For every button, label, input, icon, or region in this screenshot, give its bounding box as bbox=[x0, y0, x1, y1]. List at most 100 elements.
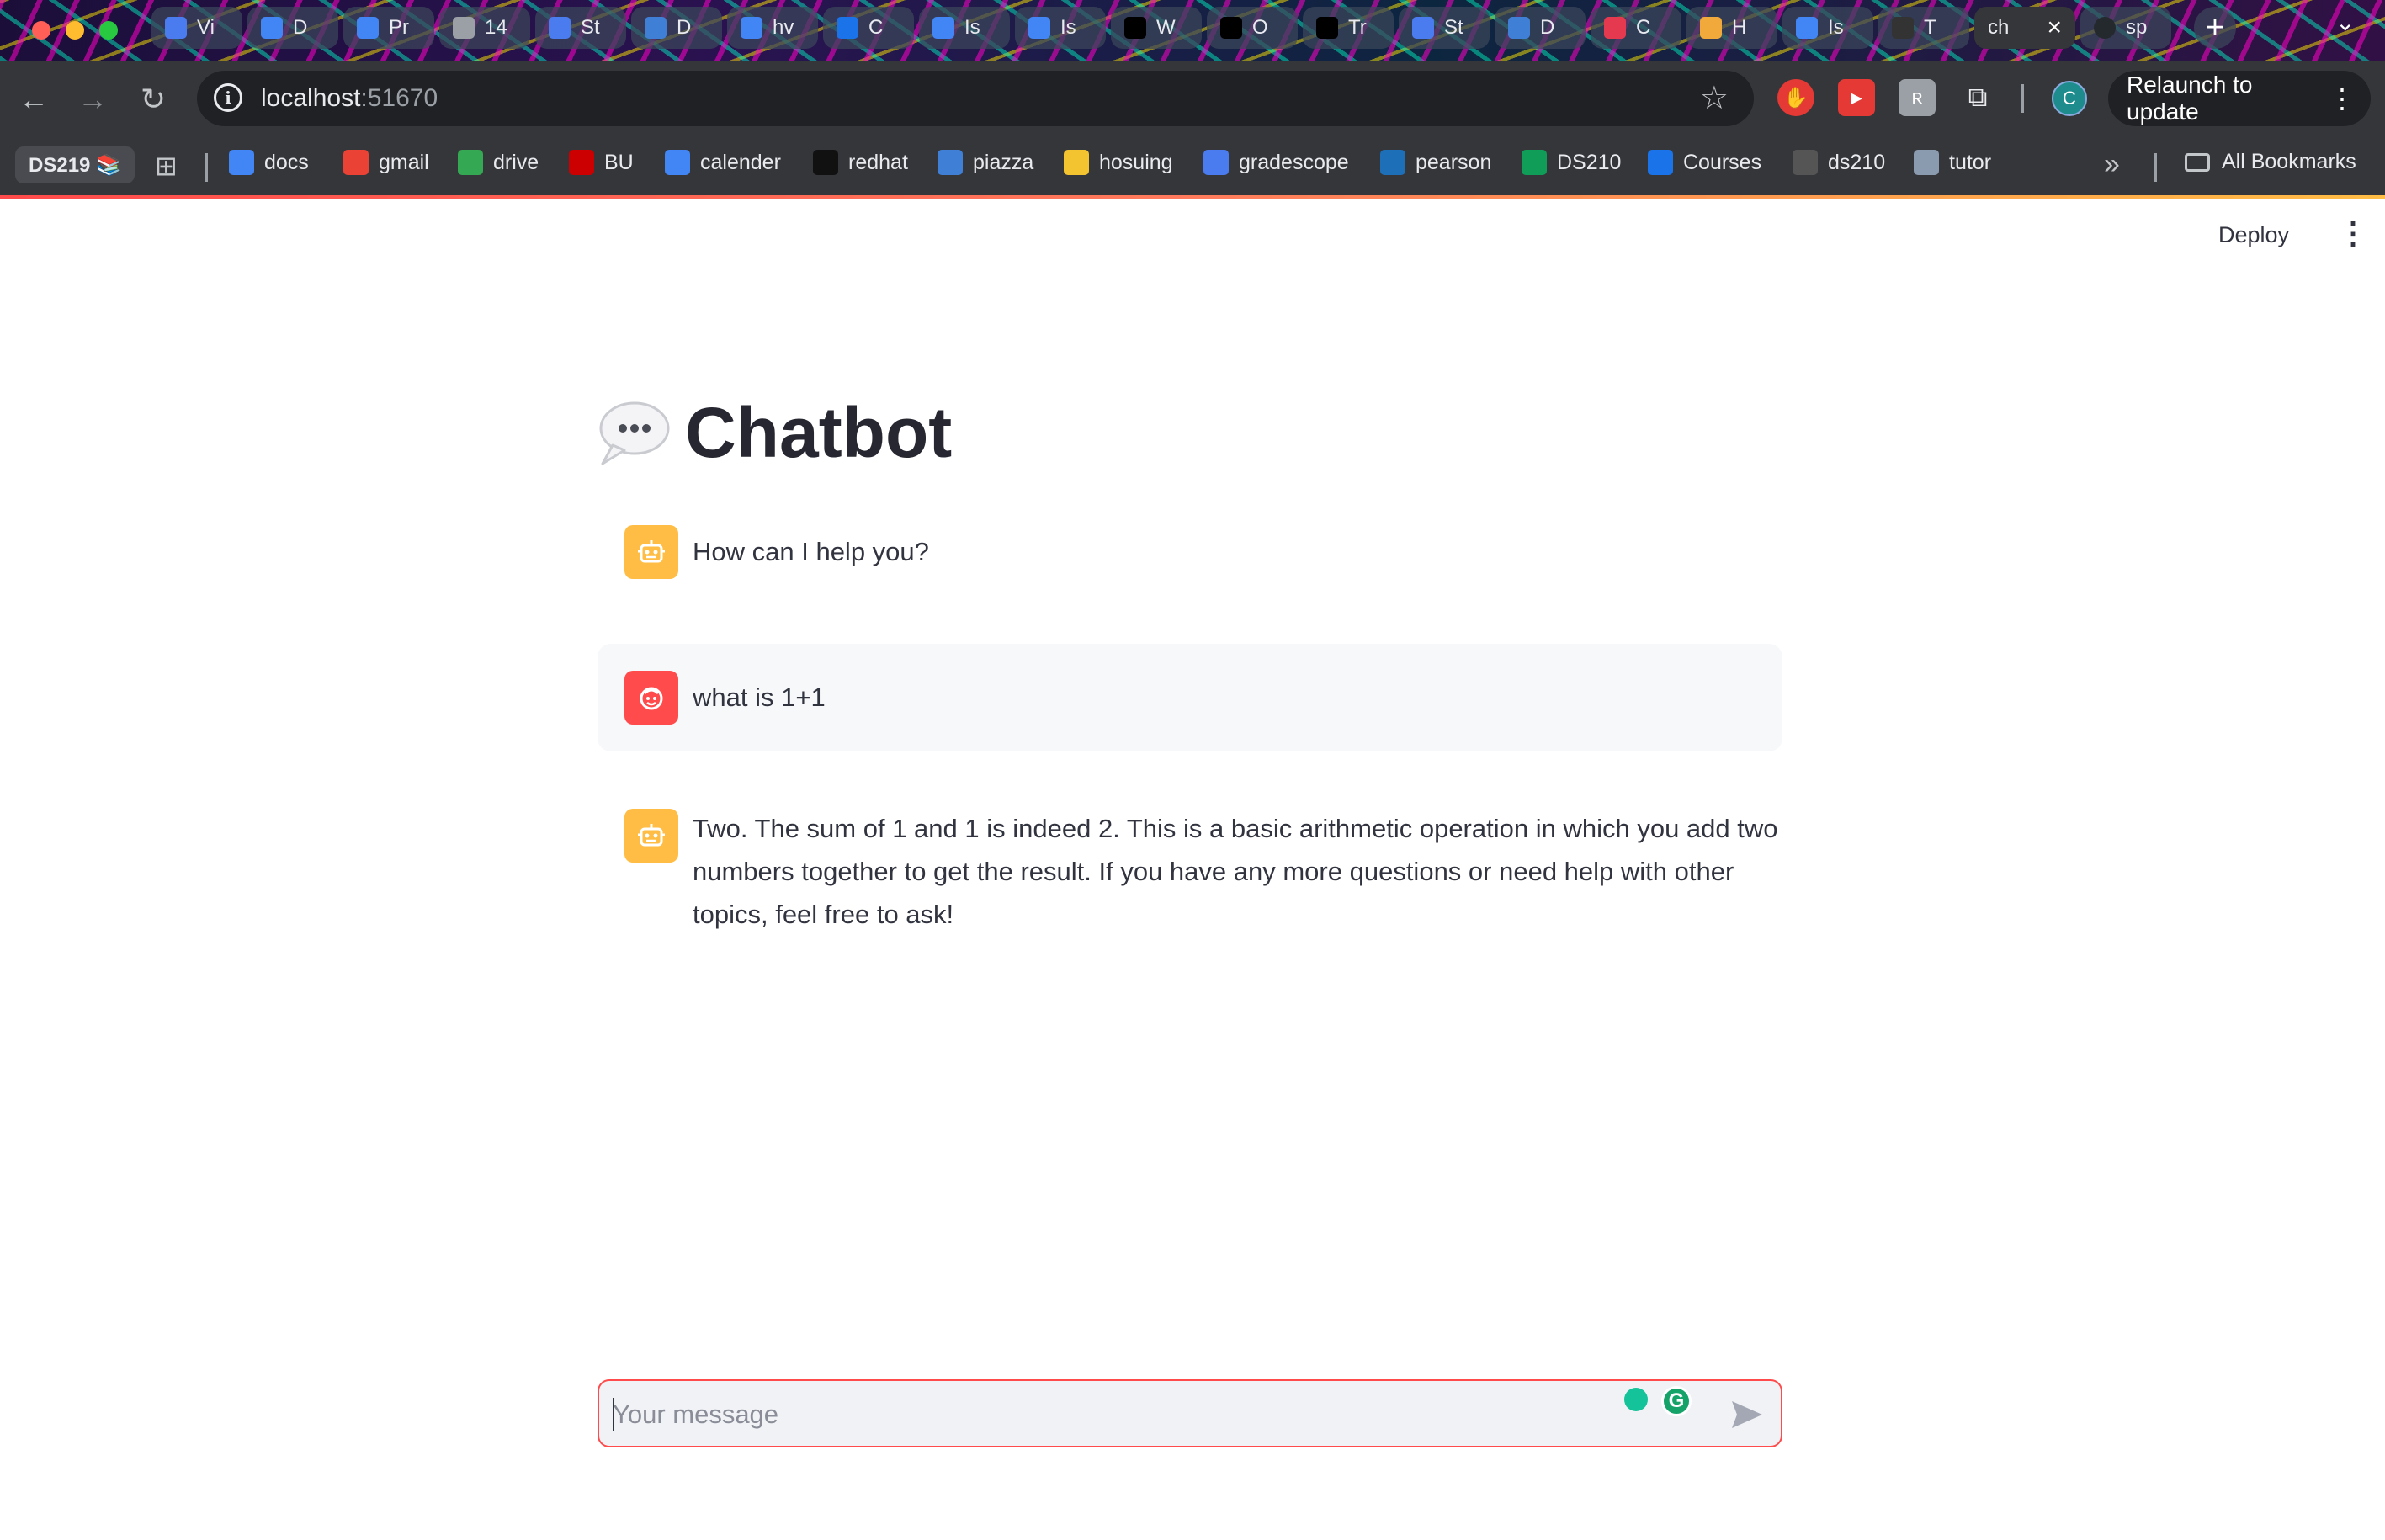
lightbulb-icon[interactable] bbox=[1624, 1388, 1648, 1411]
grammarly-icon[interactable]: G bbox=[1661, 1386, 1692, 1416]
apps-grid-icon[interactable]: ⊞ bbox=[155, 150, 178, 182]
active-browser-tab[interactable]: ch × bbox=[1974, 7, 2075, 49]
bookmark-label: hosuing bbox=[1099, 150, 1173, 174]
browser-tab[interactable]: T bbox=[1878, 7, 1969, 49]
browser-tab[interactable]: St bbox=[1399, 7, 1490, 49]
message-line: Two. The sum of 1 and 1 is indeed 2. Thi… bbox=[693, 814, 1778, 843]
url-text[interactable]: localhost:51670 bbox=[261, 84, 438, 113]
address-bar[interactable]: i localhost:51670 ☆ bbox=[197, 71, 1754, 126]
chart-bars-icon bbox=[549, 17, 571, 39]
docs-icon bbox=[357, 17, 379, 39]
main-menu-icon[interactable]: ⋮ bbox=[2338, 215, 2368, 251]
chat-message-assistant: Two. The sum of 1 and 1 is indeed 2. Thi… bbox=[598, 802, 1782, 945]
minimize-window-button[interactable] bbox=[66, 21, 84, 40]
tab-title: Is bbox=[1828, 16, 1844, 39]
more-vert-icon[interactable]: ⋮ bbox=[2329, 82, 2356, 114]
browser-tab[interactable]: Is bbox=[919, 7, 1010, 49]
bookmark-label: tutor bbox=[1949, 150, 1992, 174]
text-caret bbox=[613, 1398, 614, 1431]
browser-tab[interactable]: 14 bbox=[439, 7, 530, 49]
bookmark-item[interactable]: calender bbox=[665, 150, 781, 175]
bookmark-item[interactable]: gradescope bbox=[1203, 150, 1349, 175]
bookmark-star-icon[interactable]: ☆ bbox=[1700, 79, 1729, 117]
forward-button[interactable]: → bbox=[69, 76, 116, 123]
bookmark-item[interactable]: gmail bbox=[343, 150, 429, 175]
more-bookmarks-chevrons-icon[interactable]: » bbox=[2104, 148, 2120, 181]
browser-tab[interactable]: D bbox=[631, 7, 722, 49]
browser-tab[interactable]: Pr bbox=[343, 7, 434, 49]
gmail-icon bbox=[343, 150, 369, 175]
bookmark-item[interactable]: DS210 bbox=[1522, 150, 1621, 175]
browser-tab[interactable]: Vi bbox=[151, 7, 242, 49]
browser-tab[interactable]: Tr bbox=[1303, 7, 1394, 49]
bookmark-item[interactable]: tutor bbox=[1914, 150, 1991, 175]
github-icon bbox=[2094, 17, 2116, 39]
back-button[interactable]: ← bbox=[10, 76, 57, 123]
grey-extension-icon[interactable]: ʀ bbox=[1899, 79, 1936, 116]
browser-tab[interactable]: sp bbox=[2080, 7, 2171, 49]
bookmarks-divider bbox=[205, 153, 208, 182]
tab-search-chevron-icon[interactable]: ⌄ bbox=[2335, 8, 2355, 36]
browser-tab[interactable]: Is bbox=[1015, 7, 1106, 49]
relaunch-to-update-button[interactable]: Relaunch to update ⋮ bbox=[2108, 71, 2371, 126]
browser-tab[interactable]: D bbox=[247, 7, 338, 49]
browser-tab[interactable]: St bbox=[535, 7, 626, 49]
bookmark-item[interactable]: piazza bbox=[938, 150, 1033, 175]
all-bookmarks-button[interactable]: All Bookmarks bbox=[2185, 150, 2356, 174]
bookmark-item[interactable]: Courses bbox=[1648, 150, 1761, 175]
hand-extension-icon[interactable]: ✋ bbox=[1777, 79, 1814, 116]
browser-tab[interactable]: hv bbox=[727, 7, 818, 49]
all-bookmarks-label: All Bookmarks bbox=[2222, 150, 2356, 173]
browser-tab[interactable]: D bbox=[1495, 7, 1586, 49]
browser-tab[interactable]: W bbox=[1111, 7, 1202, 49]
bookmark-label: drive bbox=[493, 150, 539, 174]
tab-title: D bbox=[1540, 16, 1555, 39]
bookmark-item[interactable]: pearson bbox=[1380, 150, 1491, 175]
bookmark-item[interactable]: BU bbox=[569, 150, 634, 175]
new-tab-button[interactable]: + bbox=[2194, 7, 2236, 49]
reload-button[interactable]: ↻ bbox=[130, 76, 177, 123]
browser-tab[interactable]: Is bbox=[1782, 7, 1873, 49]
extensions-puzzle-icon[interactable]: ⧉ bbox=[1959, 79, 1996, 116]
chat-message-text: what is 1+1 bbox=[693, 682, 826, 712]
docs-icon bbox=[261, 17, 283, 39]
tab-title: Tr bbox=[1348, 16, 1367, 39]
speech-bubble-icon bbox=[596, 400, 670, 467]
chat-input-container: G bbox=[598, 1379, 1782, 1447]
bookmark-group-ds219[interactable]: DS219 📚 bbox=[15, 146, 135, 183]
video-extension-icon[interactable]: ▶ bbox=[1838, 79, 1875, 116]
docs-icon bbox=[229, 150, 254, 175]
browser-tab[interactable]: H bbox=[1686, 7, 1777, 49]
chat-message-user: what is 1+1 bbox=[598, 644, 1782, 751]
docs-icon bbox=[741, 17, 762, 39]
bookmark-label: piazza bbox=[973, 150, 1034, 174]
browser-tab[interactable]: C bbox=[1591, 7, 1681, 49]
bookmark-item[interactable]: redhat bbox=[813, 150, 908, 175]
zoom-window-button[interactable] bbox=[99, 21, 118, 40]
sheets-icon bbox=[1522, 150, 1547, 175]
camera-icon bbox=[1793, 150, 1818, 175]
send-button[interactable] bbox=[1729, 1398, 1766, 1431]
chat-message-input[interactable] bbox=[611, 1391, 1540, 1438]
close-window-button[interactable] bbox=[32, 21, 50, 40]
notion-icon bbox=[1316, 17, 1338, 39]
profile-avatar[interactable]: C bbox=[2052, 81, 2087, 116]
toolbar-divider bbox=[2021, 84, 2024, 113]
tab-title: W bbox=[1156, 16, 1176, 39]
bookmark-item[interactable]: ds210 bbox=[1793, 150, 1885, 175]
bookmark-item[interactable]: docs bbox=[229, 150, 309, 175]
tab-title: Pr bbox=[389, 16, 409, 39]
tab-title: D bbox=[677, 16, 692, 39]
assistant-avatar bbox=[624, 525, 678, 579]
close-tab-icon[interactable]: × bbox=[2047, 13, 2062, 42]
pearson-icon bbox=[1380, 150, 1405, 175]
send-arrow-icon bbox=[1732, 1401, 1762, 1428]
bookmark-label: DS210 bbox=[1557, 150, 1622, 174]
deploy-button[interactable]: Deploy bbox=[2218, 222, 2289, 248]
bookmark-item[interactable]: drive bbox=[458, 150, 539, 175]
browser-tab[interactable]: O bbox=[1207, 7, 1298, 49]
browser-tab[interactable]: C bbox=[823, 7, 914, 49]
site-info-icon[interactable]: i bbox=[214, 83, 242, 112]
bookmark-item[interactable]: hosuing bbox=[1064, 150, 1173, 175]
tab-title: Is bbox=[964, 16, 980, 39]
